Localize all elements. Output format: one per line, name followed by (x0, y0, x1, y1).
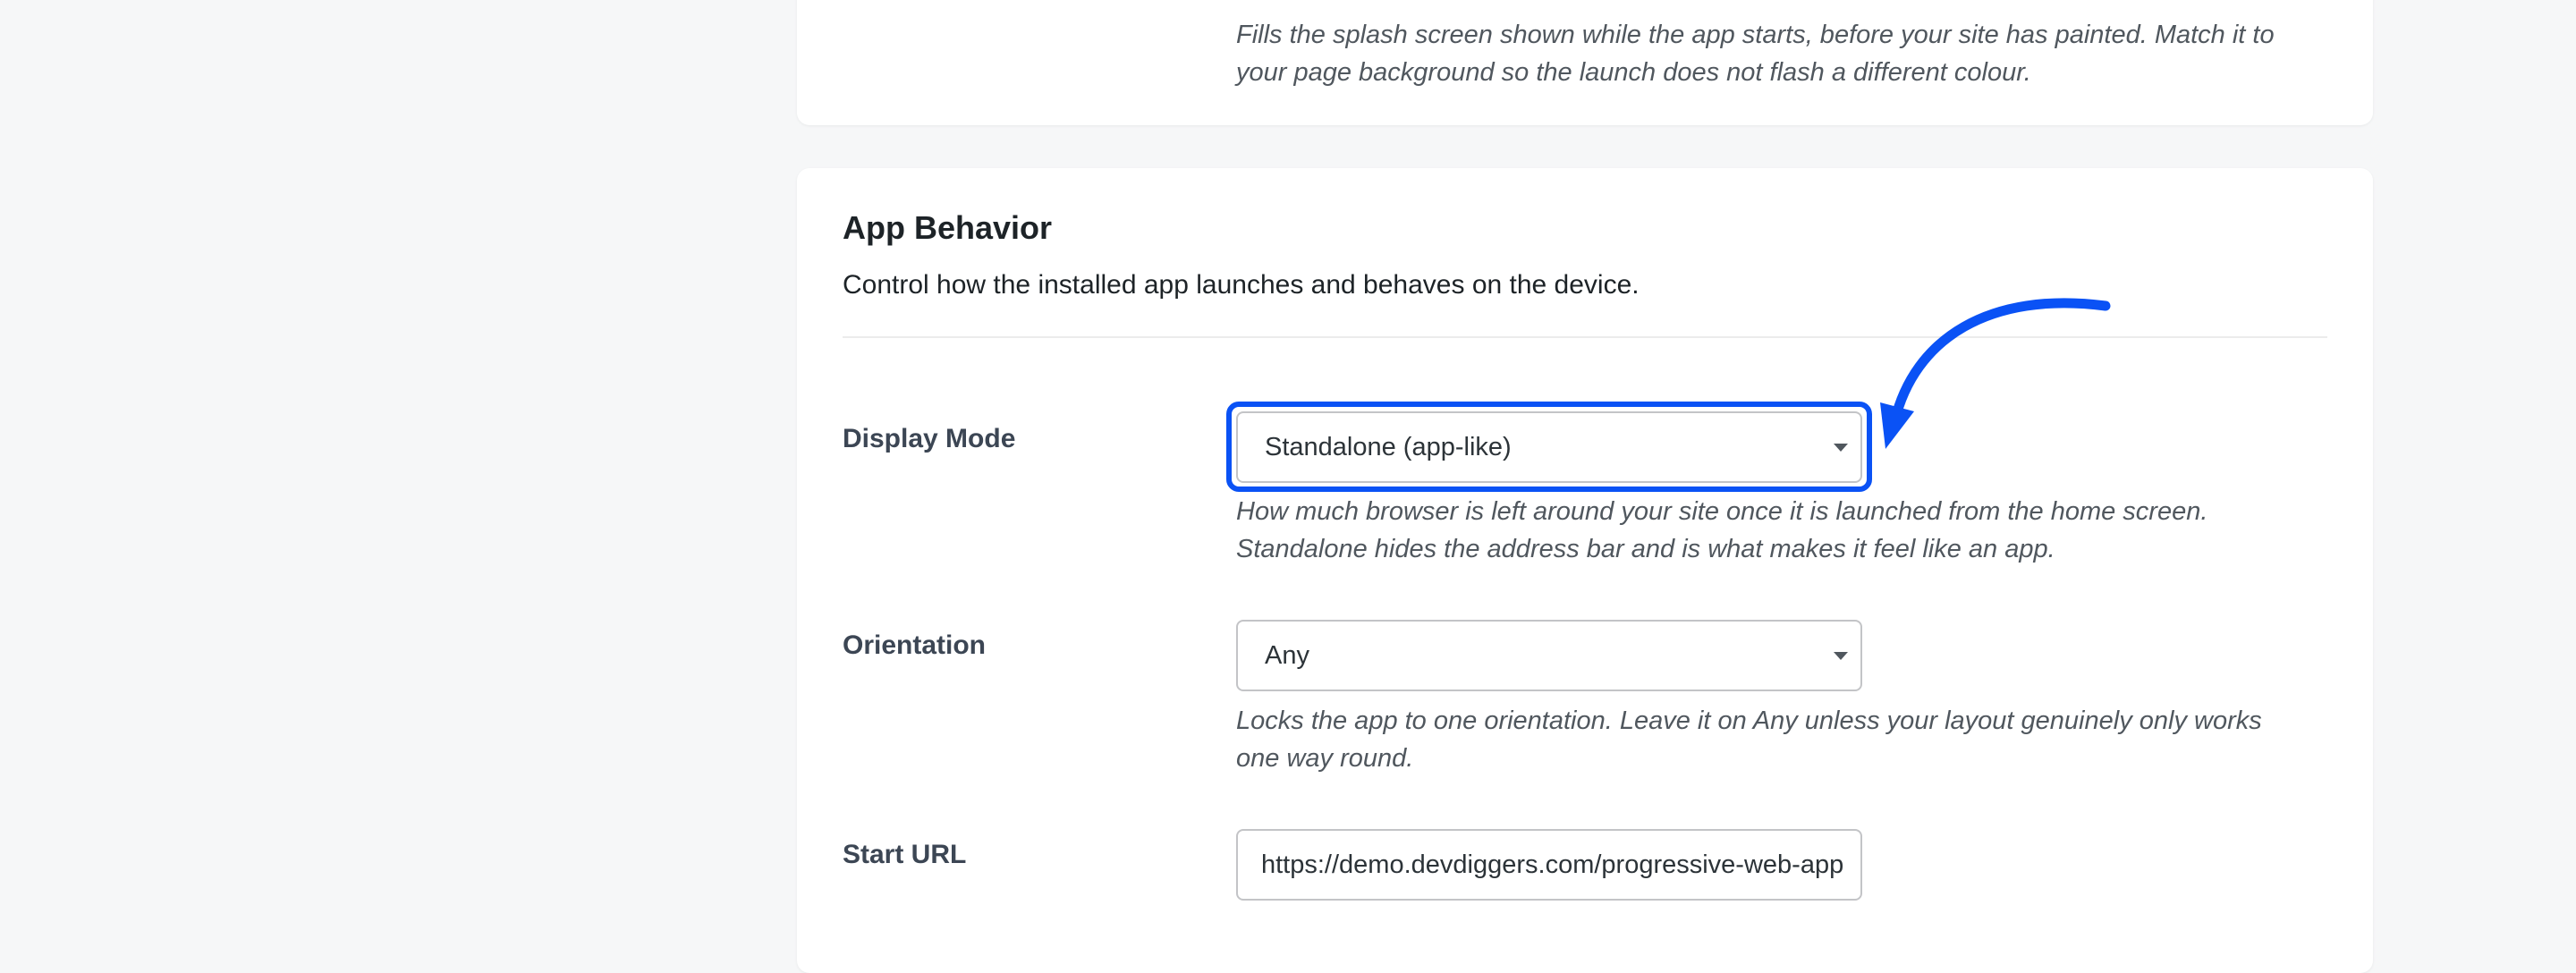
section-subtitle: Control how the installed app launches a… (843, 270, 1640, 300)
chevron-down-icon (1834, 444, 1848, 452)
display-mode-label: Display Mode (843, 424, 1016, 453)
orientation-help: Locks the app to one orientation. Leave … (1236, 706, 2262, 773)
splash-color-help: Fills the splash screen shown while the … (1236, 21, 2275, 87)
app-behavior-card: App Behavior Control how the installed a… (797, 168, 2373, 973)
orientation-value: Any (1265, 640, 1309, 670)
orientation-label: Orientation (843, 630, 987, 660)
section-title: App Behavior (843, 209, 1053, 246)
display-mode-select[interactable]: Standalone (app-like) (1236, 411, 1862, 483)
section-divider (843, 336, 2327, 338)
start-url-input[interactable]: https://demo.devdiggers.com/progressive-… (1236, 829, 1862, 901)
start-url-label: Start URL (843, 840, 967, 869)
start-url-value: https://demo.devdiggers.com/progressive-… (1261, 850, 1844, 879)
display-mode-help: How much browser is left around your sit… (1236, 497, 2208, 563)
splash-settings-card: Fills the splash screen shown while the … (797, 0, 2373, 125)
orientation-select[interactable]: Any (1236, 620, 1862, 691)
display-mode-value: Standalone (app-like) (1265, 432, 1512, 461)
chevron-down-icon (1834, 652, 1848, 660)
